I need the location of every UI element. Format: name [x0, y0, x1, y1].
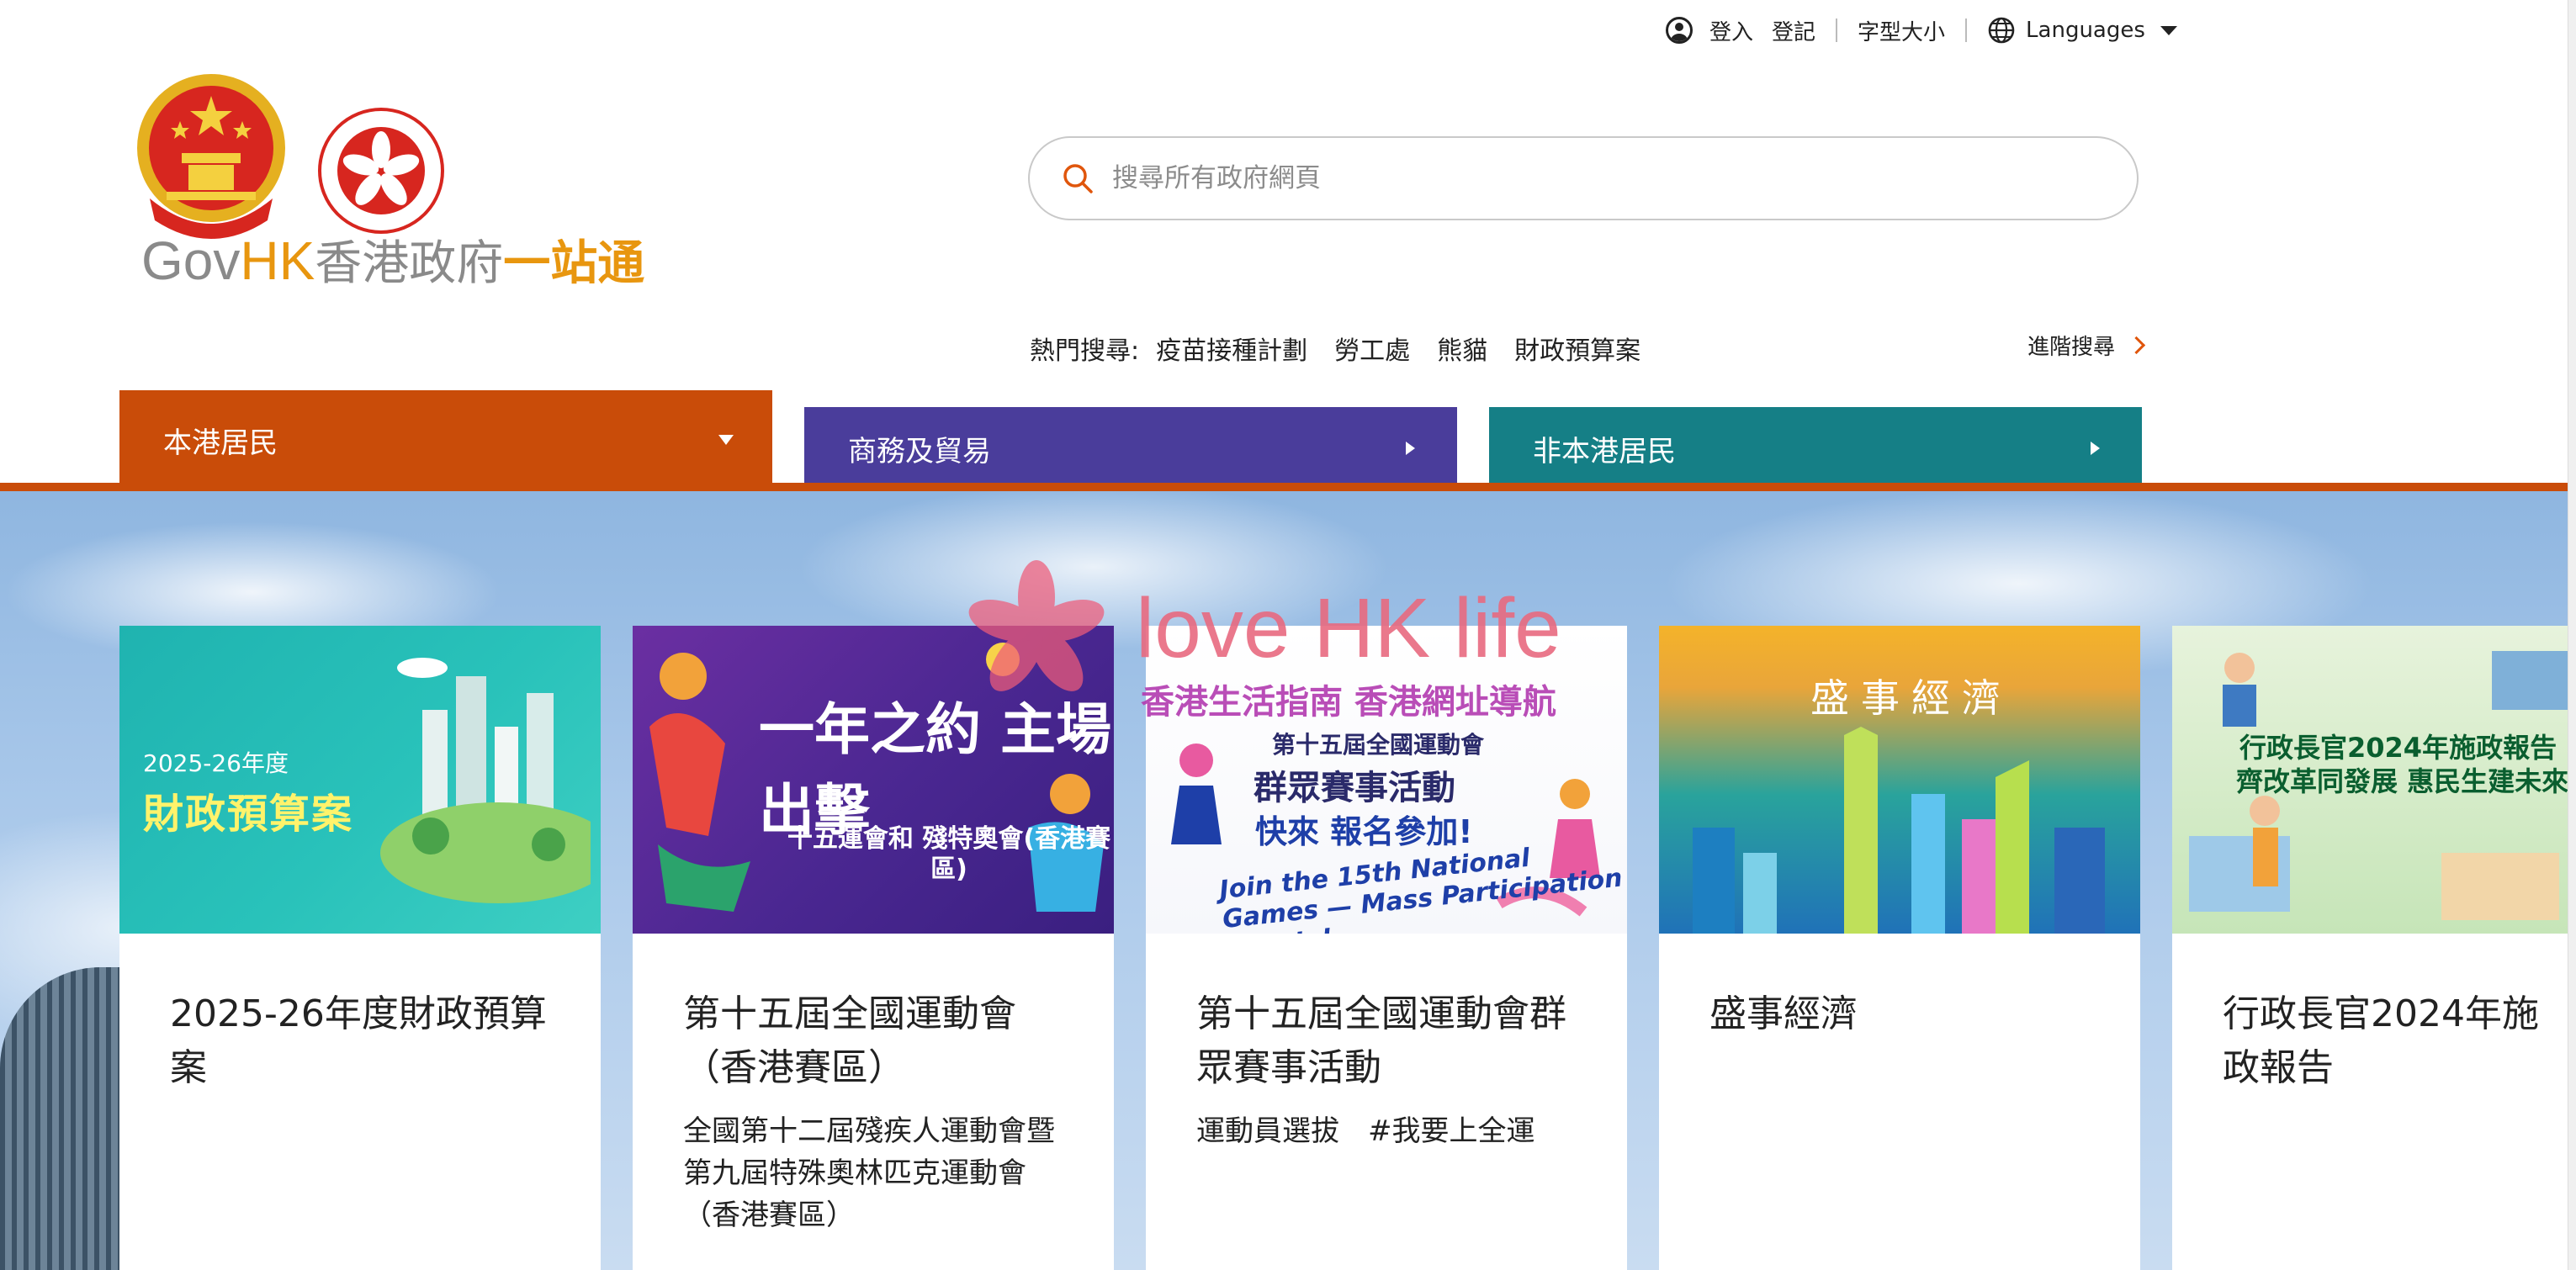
hot-search-keyword[interactable]: 財政預算案 — [1514, 330, 1640, 367]
city-illustration — [380, 658, 591, 903]
search-icon[interactable] — [1060, 161, 1095, 196]
caret-down-icon — [718, 435, 734, 445]
skyline-illustration — [1693, 727, 2105, 934]
card-banner-image: 盛事經濟 — [1659, 626, 2140, 934]
card-title[interactable]: 2025-26年度財政預算案 — [170, 987, 567, 1095]
tab-label: 本港居民 — [163, 426, 278, 460]
globe-icon — [1988, 17, 2015, 44]
languages-label: Languages — [2026, 18, 2145, 43]
brand-hk: HK — [240, 230, 315, 291]
brand-cn-orange: 一站通 — [503, 236, 645, 289]
chevron-right-icon — [2127, 336, 2146, 355]
tab-label: 商務及貿易 — [848, 434, 991, 468]
login-link[interactable]: 登入 — [1666, 15, 1753, 46]
feature-card[interactable]: 盛事經濟 盛事經濟 — [1659, 626, 2140, 1270]
card-banner-image: 行政長官2024年施政報告 齊改革同發展 惠民生建未來 — [2172, 626, 2576, 934]
hk-regional-emblem-logo[interactable] — [318, 108, 444, 234]
national-emblem-logo[interactable] — [133, 72, 289, 241]
advanced-search-link[interactable]: 進階搜尋 — [2027, 330, 2146, 361]
banner-text: 十五運會和 殘特奧會(香港賽區) — [787, 824, 1111, 884]
feature-card[interactable]: 一年之約 主場出擊 十五運會和 殘特奧會(香港賽區) 第十五屆全國運動會（香港賽… — [633, 626, 1114, 1270]
caret-right-icon — [2091, 442, 2100, 455]
utility-bar: 登入 登記 字型大小 Languages — [1666, 13, 2177, 47]
hot-search-keyword[interactable]: 勞工處 — [1334, 330, 1410, 367]
card-title[interactable]: 行政長官2024年施政報告 — [2223, 987, 2542, 1095]
card-title[interactable]: 第十五屆全國運動會（香港賽區） — [683, 987, 1080, 1095]
banner-text: 一年之約 主場出擊 — [759, 697, 1111, 843]
divider — [1965, 19, 1968, 42]
banner-text: 2025-26年度 — [143, 749, 289, 777]
banner-text: 齊改革同發展 惠民生建未來 — [2236, 765, 2569, 797]
banner-text: 財政預算案 — [143, 791, 354, 838]
card-subtitle[interactable]: 全國第十二屆殘疾人運動會暨第九屆特殊奧林匹克運動會（香港賽區） — [683, 1110, 1072, 1236]
banner-text: 群眾賽事活動 — [1254, 769, 1455, 807]
scrollbar[interactable] — [2568, 0, 2576, 1270]
banner-text: 盛事經濟 — [1810, 675, 2012, 721]
languages-dropdown[interactable]: Languages — [1987, 16, 2177, 45]
user-icon — [1666, 17, 1693, 44]
banner-text: 快來 報名參加! — [1255, 813, 1473, 850]
govhk-wordmark[interactable]: GovHK香港政府一站通 — [141, 234, 644, 288]
register-link[interactable]: 登記 — [1772, 15, 1815, 46]
tab-label: 非本港居民 — [1533, 434, 1676, 468]
card-title[interactable]: 盛事經濟 — [1709, 987, 2107, 1041]
card-subtitle[interactable]: 運動員選拔 #我要上全運 — [1196, 1110, 1585, 1152]
hot-search-label: 熱門搜尋: — [1030, 336, 1140, 366]
hot-searches: 熱門搜尋: 疫苗接種計劃 勞工處 熊貓 財政預算案 — [1030, 330, 1667, 367]
feature-card[interactable]: 2025-26年度 財政預算案 2025-26年度財政預算案 — [119, 626, 601, 1270]
caret-right-icon — [1406, 442, 1415, 455]
feature-card[interactable]: 行政長官2024年施政報告 齊改革同發展 惠民生建未來 行政長官2024年施政報… — [2172, 626, 2576, 1270]
brand-cn-grey: 香港政府 — [315, 236, 504, 289]
chevron-down-icon — [2160, 25, 2177, 35]
tab-business[interactable]: 商務及貿易 — [804, 407, 1457, 489]
tab-residents[interactable]: 本港居民 — [119, 390, 772, 489]
divider — [1836, 19, 1838, 42]
card-title[interactable]: 第十五屆全國運動會群眾賽事活動 — [1196, 987, 1593, 1095]
font-size-link[interactable]: 字型大小 — [1858, 15, 1945, 46]
advanced-search-label: 進階搜尋 — [2027, 335, 2116, 360]
brand-gov: Gov — [141, 230, 241, 291]
hot-search-keyword[interactable]: 熊貓 — [1437, 330, 1487, 367]
watermark-text: love HK life — [1136, 581, 1561, 675]
banner-text: 第十五屆全國運動會 — [1272, 731, 1485, 759]
building-image — [0, 967, 126, 1270]
search-bar[interactable] — [1028, 136, 2139, 220]
login-label[interactable]: 登入 — [1709, 15, 1753, 46]
hot-search-keyword[interactable]: 疫苗接種計劃 — [1156, 330, 1307, 367]
tab-non-residents[interactable]: 非本港居民 — [1489, 407, 2142, 489]
search-input[interactable] — [1110, 162, 2039, 194]
tab-underline — [0, 483, 2576, 491]
bauhinia-watermark-icon — [968, 560, 1105, 691]
watermark-subtext: 香港生活指南 香港網址導航 — [1141, 683, 1556, 722]
card-banner-image: 2025-26年度 財政預算案 — [119, 626, 601, 934]
